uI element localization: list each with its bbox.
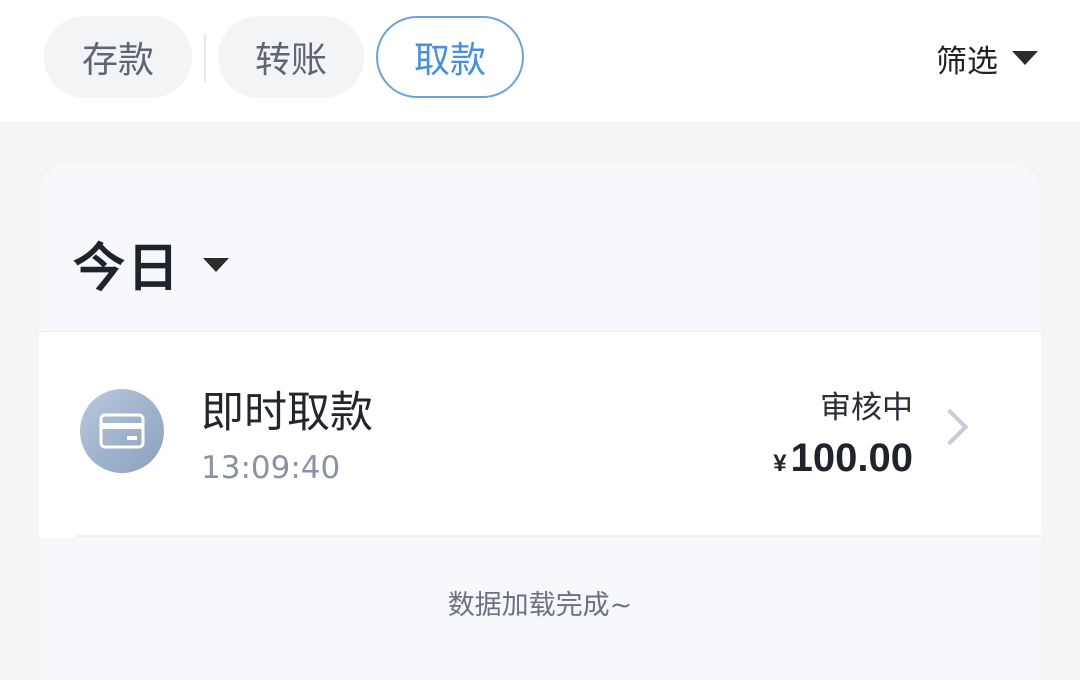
day-title: 今日 xyxy=(73,238,182,299)
filter-button[interactable]: 筛选 xyxy=(936,38,1038,80)
tab-divider xyxy=(204,34,206,82)
top-tab-bar: 存款 转账 取款 筛选 xyxy=(0,0,1080,122)
tab-deposit[interactable]: 存款 xyxy=(44,16,192,98)
amount-value: 100.00 xyxy=(790,436,913,480)
records-card: 今日 即时取款 13:09:40 审核中 ¥ 100.00 数据加载完成~ xyxy=(39,165,1041,680)
day-selector[interactable]: 今日 xyxy=(73,233,230,299)
status-badge: 审核中 xyxy=(820,390,913,426)
divider xyxy=(76,535,1041,537)
currency-symbol: ¥ xyxy=(773,450,787,477)
card-icon xyxy=(80,389,164,473)
tab-transfer[interactable]: 转账 xyxy=(218,16,364,98)
tab-withdraw[interactable]: 取款 xyxy=(376,16,524,98)
record-time: 13:09:40 xyxy=(201,450,341,486)
caret-down-icon xyxy=(203,258,230,272)
chevron-right-icon xyxy=(931,408,969,446)
caret-down-icon xyxy=(1012,51,1038,65)
filter-label: 筛选 xyxy=(936,43,998,80)
load-complete-message: 数据加载完成~ xyxy=(447,590,633,621)
list-item[interactable]: 即时取款 13:09:40 审核中 ¥ 100.00 xyxy=(39,332,1041,537)
record-title: 即时取款 xyxy=(201,388,373,438)
record-amount: ¥ 100.00 xyxy=(773,436,913,481)
